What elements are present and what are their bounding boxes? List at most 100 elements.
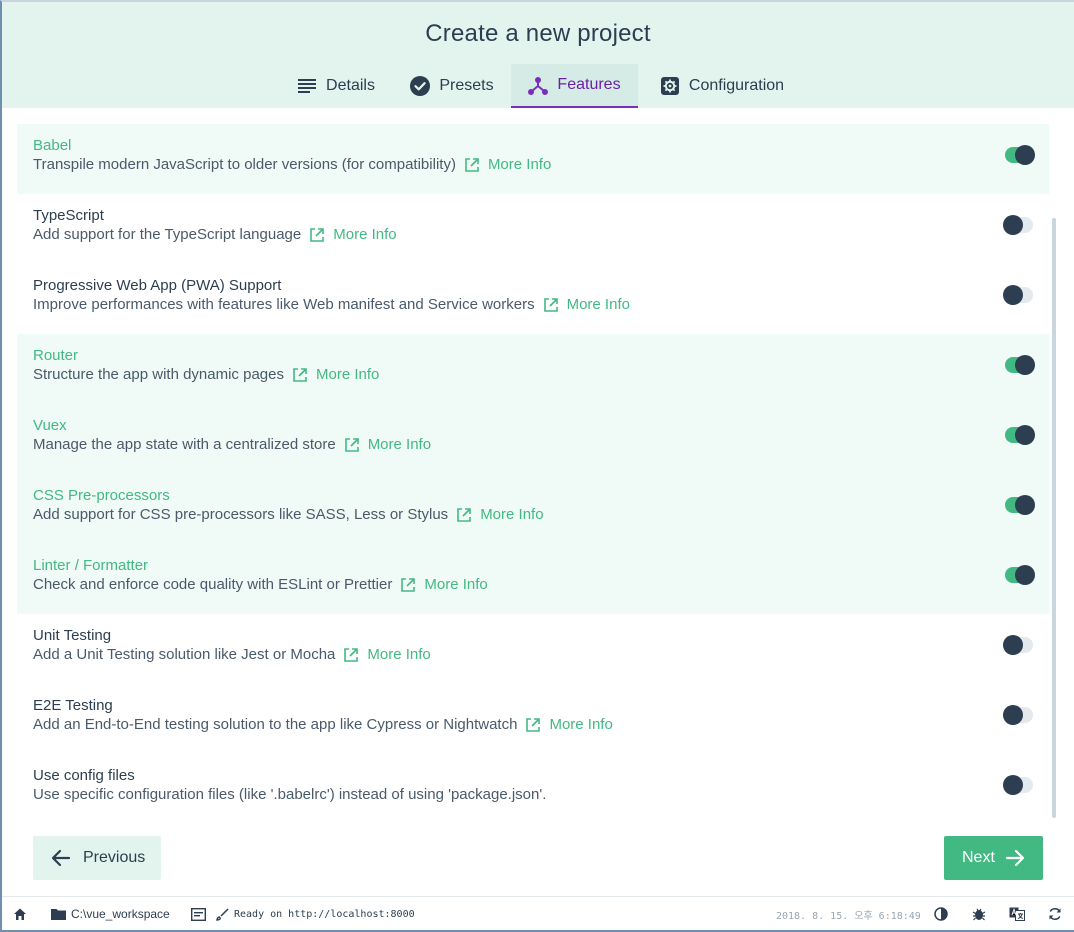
more-info-link[interactable]: More Info: [344, 436, 431, 453]
refresh-button[interactable]: [1047, 897, 1063, 931]
bug-icon: [971, 906, 987, 922]
translate-icon: [1009, 906, 1025, 922]
external-link-icon: [343, 647, 359, 663]
feature-description: Improve performances with features like …: [33, 296, 630, 313]
tab-label: Configuration: [688, 77, 785, 94]
feature-row-css-preprocessors[interactable]: CSS Pre-processors Add support for CSS p…: [17, 474, 1049, 544]
feature-description-text: Add support for CSS pre-processors like …: [33, 506, 449, 523]
feature-toggle[interactable]: [1005, 145, 1035, 165]
more-info-link[interactable]: More Info: [292, 366, 379, 383]
dark-mode-toggle[interactable]: [933, 897, 949, 931]
timestamp: 2018. 8. 15. 오후 6:18:49: [776, 897, 921, 931]
more-info-link[interactable]: More Info: [525, 716, 613, 733]
feature-toggle[interactable]: [1003, 635, 1033, 655]
feature-description-text: Improve performances with features like …: [33, 296, 535, 313]
report-bug-button[interactable]: [971, 897, 987, 931]
feature-row-config-files[interactable]: Use config files Use specific configurat…: [17, 754, 1049, 824]
feature-description-text: Transpile modern JavaScript to older ver…: [33, 156, 456, 173]
feature-name: Progressive Web App (PWA) Support: [33, 277, 282, 294]
check-circle-icon: [410, 76, 431, 96]
toggle-knob: [1003, 635, 1023, 655]
tab-label: Features: [557, 76, 621, 93]
feature-name: Router: [33, 347, 79, 364]
feature-toggle[interactable]: [1005, 355, 1035, 375]
more-info-link[interactable]: More Info: [343, 646, 431, 663]
tab-bar: Details Presets Features Configuration: [2, 64, 1074, 108]
more-info-label: More Info: [315, 366, 380, 383]
feature-description: Check and enforce code quality with ESLi…: [33, 576, 488, 593]
more-info-label: More Info: [549, 716, 613, 733]
feature-toggle[interactable]: [1003, 705, 1033, 725]
feature-list-scrollbar[interactable]: [1052, 218, 1056, 818]
toggle-knob: [1003, 705, 1023, 725]
toggle-knob: [1015, 355, 1035, 375]
feature-toggle[interactable]: [1005, 425, 1035, 445]
feature-row-e2e-testing[interactable]: E2E Testing Add an End-to-End testing so…: [17, 684, 1049, 754]
translate-button[interactable]: [1009, 897, 1025, 931]
feature-name: Use config files: [33, 767, 135, 784]
more-info-label: More Info: [566, 296, 630, 313]
feature-toggle[interactable]: [1005, 565, 1035, 585]
feature-toggle[interactable]: [1003, 215, 1033, 235]
tab-presets[interactable]: Presets: [394, 64, 510, 108]
feature-description-text: Check and enforce code quality with ESLi…: [33, 576, 393, 593]
more-info-label: More Info: [487, 156, 552, 173]
feature-row-pwa[interactable]: Progressive Web App (PWA) Support Improv…: [17, 264, 1049, 334]
more-info-link[interactable]: More Info: [464, 156, 551, 173]
feature-description-text: Add an End-to-End testing solution to th…: [33, 716, 518, 733]
feature-toggle[interactable]: [1005, 495, 1035, 515]
feature-description: Add support for the TypeScript language …: [33, 226, 397, 243]
feature-row-vuex[interactable]: Vuex Manage the app state with a central…: [17, 404, 1049, 474]
tab-features[interactable]: Features: [511, 64, 638, 108]
feature-description: Structure the app with dynamic pages Mor…: [33, 366, 379, 383]
feature-description: Transpile modern JavaScript to older ver…: [33, 156, 551, 173]
home-button[interactable]: [12, 897, 28, 931]
feature-name: Vuex: [33, 417, 67, 434]
feature-row-router[interactable]: Router Structure the app with dynamic pa…: [17, 334, 1049, 404]
external-link-icon: [344, 437, 360, 453]
list-icon: [297, 76, 317, 96]
external-link-icon: [292, 367, 308, 383]
feature-description-text: Use specific configuration files (like '…: [33, 786, 547, 803]
feature-name: Unit Testing: [33, 627, 112, 644]
external-link-icon: [464, 157, 480, 173]
feature-toggle[interactable]: [1003, 285, 1033, 305]
feature-toggle[interactable]: [1003, 775, 1033, 795]
feature-name: TypeScript: [33, 207, 104, 224]
next-button[interactable]: Next: [944, 836, 1043, 880]
more-info-label: More Info: [367, 436, 432, 453]
toggle-knob: [1003, 775, 1023, 795]
timestamp-text: 2018. 8. 15. 오후 6:18:49: [776, 910, 921, 922]
status-bar: C:\vue_workspace Ready on http://localho…: [2, 896, 1074, 932]
feature-description-text: Add a Unit Testing solution like Jest or…: [33, 646, 336, 663]
arrow-right-icon: [1005, 848, 1025, 868]
external-link-icon: [309, 227, 325, 243]
feature-row-typescript[interactable]: TypeScript Add support for the TypeScrip…: [17, 194, 1049, 264]
feature-description: Manage the app state with a centralized …: [33, 436, 431, 453]
more-info-link[interactable]: More Info: [543, 296, 630, 313]
more-info-link[interactable]: More Info: [309, 226, 397, 243]
folder-path: C:\vue_workspace: [71, 907, 170, 921]
more-info-label: More Info: [480, 506, 544, 523]
feature-name: Linter / Formatter: [33, 557, 149, 574]
fork-icon: [528, 75, 549, 95]
feature-description: Add support for CSS pre-processors like …: [33, 506, 544, 523]
more-info-link[interactable]: More Info: [456, 506, 544, 523]
feature-row-babel[interactable]: Babel Transpile modern JavaScript to old…: [17, 124, 1049, 194]
feature-row-unit-testing[interactable]: Unit Testing Add a Unit Testing solution…: [17, 614, 1049, 684]
toggle-knob: [1003, 215, 1023, 235]
previous-button[interactable]: Previous: [33, 836, 161, 880]
folder-button[interactable]: C:\vue_workspace: [50, 897, 170, 931]
toggle-knob: [1015, 495, 1035, 515]
tab-configuration[interactable]: Configuration: [642, 64, 802, 108]
folder-icon: [50, 906, 66, 922]
feature-list: Babel Transpile modern JavaScript to old…: [17, 124, 1049, 824]
console-log-button[interactable]: Ready on http://localhost:8000: [190, 897, 415, 931]
more-info-link[interactable]: More Info: [400, 576, 488, 593]
tab-details[interactable]: Details: [280, 64, 392, 108]
feature-description: Add a Unit Testing solution like Jest or…: [33, 646, 431, 663]
feature-row-linter[interactable]: Linter / Formatter Check and enforce cod…: [17, 544, 1049, 614]
arrow-left-icon: [51, 848, 71, 868]
refresh-icon: [1047, 906, 1063, 922]
feature-name: E2E Testing: [33, 697, 113, 714]
